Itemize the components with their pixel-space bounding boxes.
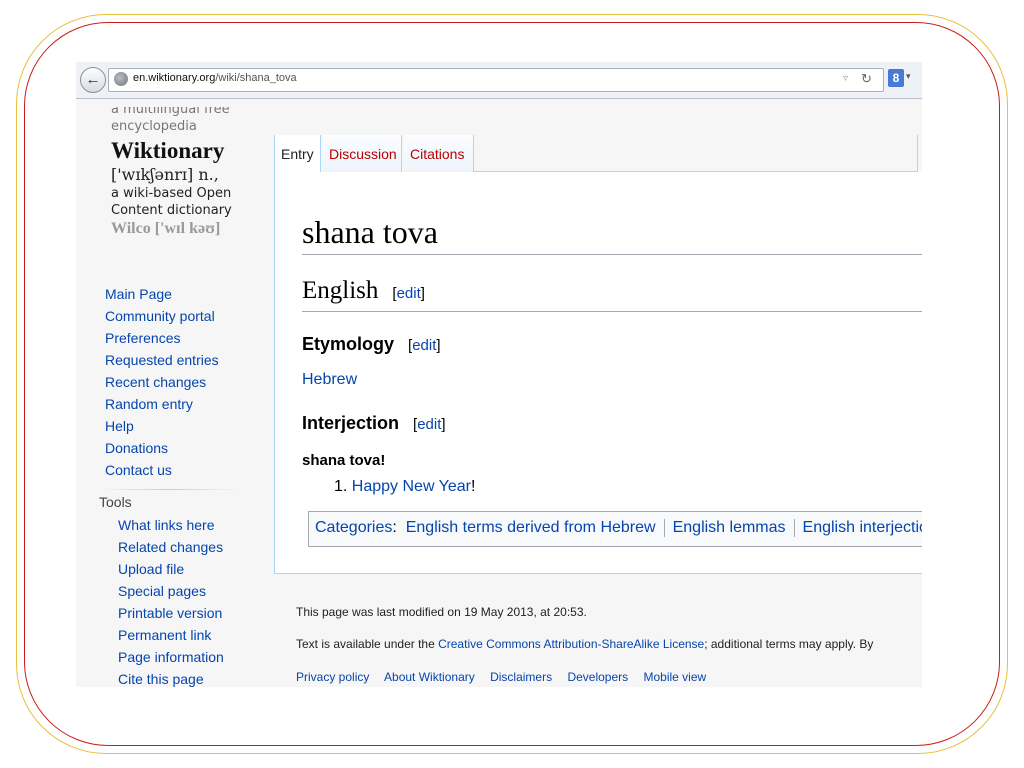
edit-section-interjection: [edit] [413,416,446,433]
edit-section-english: [edit] [392,285,425,302]
url-text: en.wiktionary.org/wiki/shana_tova [133,72,297,84]
page-title: shana tova [302,214,922,255]
category-separator [663,519,665,537]
category-separator [793,519,795,537]
footer-link-about[interactable]: About Wiktionary [384,670,475,684]
definitions-list: 1. Happy New Year! [334,478,475,496]
license-text: Text is available under the Creative Com… [296,637,873,651]
search-engine-icon[interactable]: 8 [888,69,904,87]
sidebar-item-main-page[interactable]: Main Page [105,286,219,308]
reload-icon[interactable]: ↻ [861,71,872,87]
tools-item-printable-version[interactable]: Printable version [118,605,224,627]
back-button[interactable]: ← [80,67,106,93]
edit-link[interactable]: edit [417,416,441,433]
sidebar-item-donations[interactable]: Donations [105,440,219,462]
globe-icon [114,72,128,86]
page-tabs: Entry Discussion Citations [274,135,918,172]
article-content: shana tova English [edit] Etymology [edit]… [274,172,922,574]
headword: shana tova! [302,452,386,469]
category-links: Categories: English terms derived from H… [308,511,922,547]
definition-link[interactable]: Happy New Year [352,478,471,495]
tools-item-special-pages[interactable]: Special pages [118,583,224,605]
footer-link-developers[interactable]: Developers [567,670,628,684]
tools-divider [99,489,239,490]
interjection-heading: Interjection [edit] [302,412,446,436]
edit-link[interactable]: edit [412,337,436,354]
site-logo[interactable]: a multilingual free encyclopedia Wiktion… [111,107,251,241]
footer-link-mobile-view[interactable]: Mobile view [643,670,706,684]
address-bar[interactable]: en.wiktionary.org/wiki/shana_tova ▿ ↻ [108,68,884,92]
sidebar-item-community-portal[interactable]: Community portal [105,308,219,330]
logo-description: a wiki-based Open Content dictionary [111,186,232,218]
footer-links: Privacy policy About Wiktionary Disclaim… [296,670,718,684]
tab-entry[interactable]: Entry [274,135,321,172]
categories-colon: : [392,519,406,537]
tools-heading[interactable]: Tools [99,494,132,510]
search-engine-dropdown-icon[interactable]: ▾ [906,71,911,82]
tools-item-what-links-here[interactable]: What links here [118,517,224,539]
history-dropdown-icon[interactable]: ▿ [843,73,848,84]
logo-pronunciation: ['wɪkʃənrɪ] n., [111,165,219,184]
back-arrow-icon: ← [85,71,101,88]
tools-menu: What links here Related changes Upload f… [118,517,224,687]
category-link[interactable]: English lemmas [673,519,786,536]
tab-bar-filler [474,135,918,172]
sidebar-item-contact-us[interactable]: Contact us [105,462,219,484]
footer-link-disclaimers[interactable]: Disclaimers [490,670,552,684]
tools-item-page-information[interactable]: Page information [118,649,224,671]
definition-number: 1. [334,478,348,495]
definition-suffix: ! [470,478,476,495]
categories-label[interactable]: Categories [315,519,392,536]
navigation-toolbar: ← en.wiktionary.org/wiki/shana_tova ▿ ↻ … [76,62,922,99]
language-heading-text: English [302,277,379,304]
category-link[interactable]: English interjections [803,519,922,536]
category-link[interactable]: English terms derived from Hebrew [406,519,656,536]
browser-window: ← en.wiktionary.org/wiki/shana_tova ▿ ↻ … [76,62,922,687]
definition-item: 1. Happy New Year! [334,478,475,496]
logo-tagline: a multilingual free encyclopedia [111,107,230,134]
last-modified-text: This page was last modified on 19 May 20… [296,605,587,619]
tools-item-upload-file[interactable]: Upload file [118,561,224,583]
tools-item-related-changes[interactable]: Related changes [118,539,224,561]
sidebar-item-help[interactable]: Help [105,418,219,440]
license-prefix: Text is available under the [296,637,435,651]
interjection-heading-text: Interjection [302,413,400,433]
tools-item-cite-this-page[interactable]: Cite this page [118,671,224,687]
tools-item-permanent-link[interactable]: Permanent link [118,627,224,649]
sidebar-item-preferences[interactable]: Preferences [105,330,219,352]
logo-title: Wiktionary [111,138,225,163]
sidebar-item-requested-entries[interactable]: Requested entries [105,352,219,374]
sidebar-item-random-entry[interactable]: Random entry [105,396,219,418]
logo-cut-text: Wilco ['wɪl kəʊ] [111,220,221,237]
license-link[interactable]: Creative Commons Attribution-ShareAlike … [438,637,704,651]
footer-link-privacy-policy[interactable]: Privacy policy [296,670,369,684]
url-path: /wiki/shana_tova [215,72,297,84]
sidebar: a multilingual free encyclopedia Wiktion… [76,99,274,687]
tab-discussion[interactable]: Discussion [323,135,402,172]
license-suffix: ; additional terms may apply. By [704,637,874,651]
etymology-link-hebrew[interactable]: Hebrew [302,371,357,389]
sidebar-item-recent-changes[interactable]: Recent changes [105,374,219,396]
language-heading: English [edit] [302,276,922,312]
navigation-menu: Main Page Community portal Preferences R… [105,286,219,484]
etymology-heading: Etymology [edit] [302,333,441,357]
url-domain: en.wiktionary.org [133,72,216,84]
tab-citations[interactable]: Citations [404,135,474,172]
edit-link[interactable]: edit [397,285,421,302]
edit-section-etymology: [edit] [408,337,441,354]
etymology-heading-text: Etymology [302,334,395,354]
